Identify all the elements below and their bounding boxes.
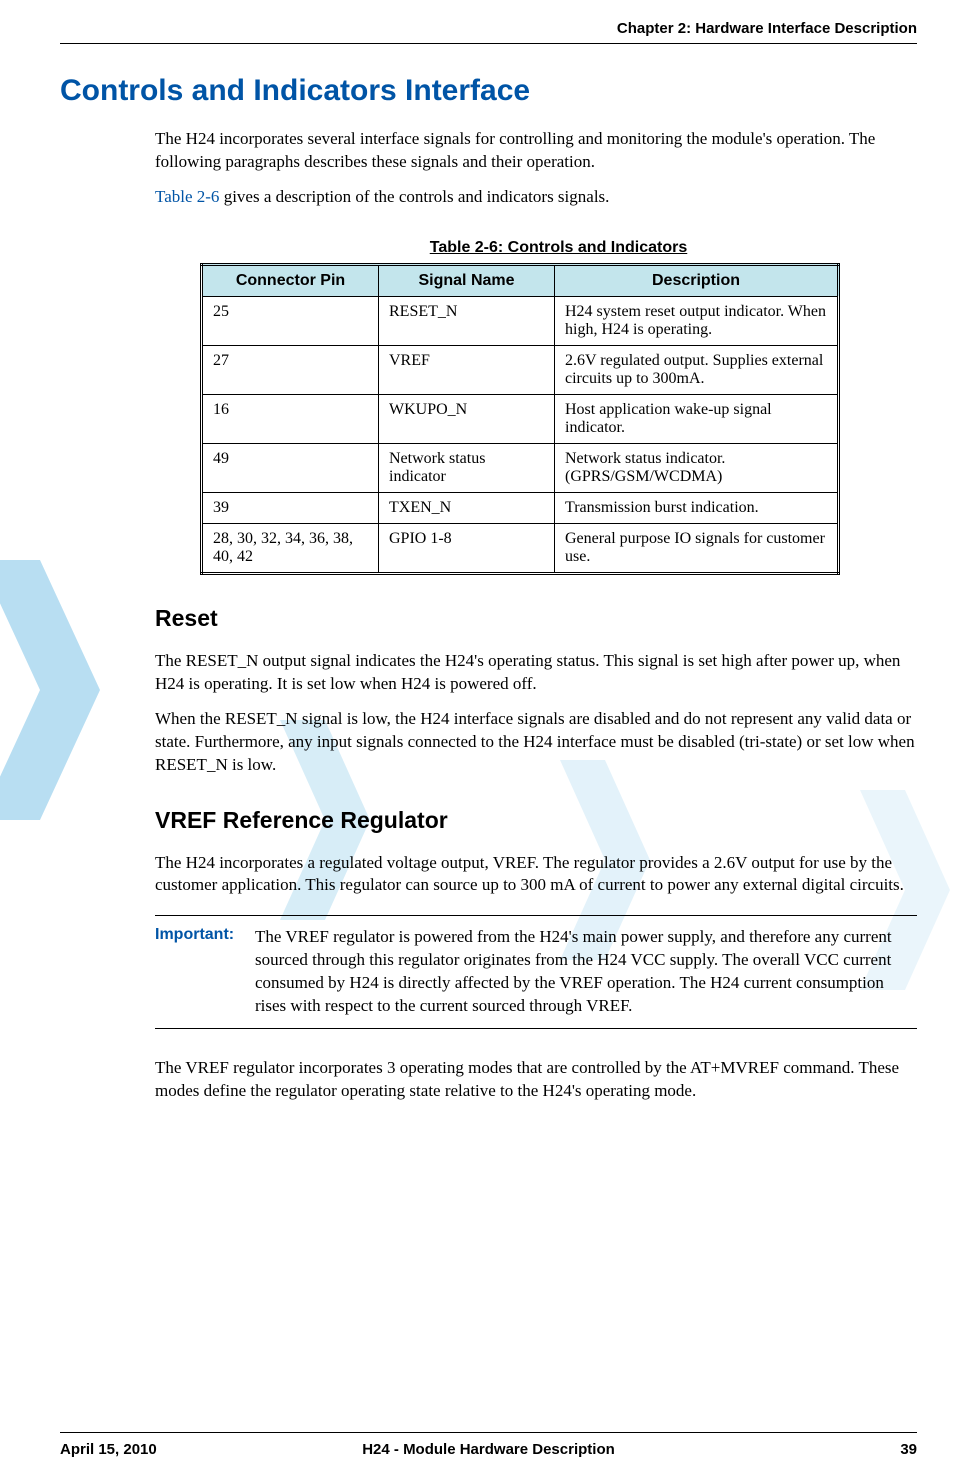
cell-desc: Transmission burst indication. bbox=[555, 492, 839, 523]
cell-desc: 2.6V regulated output. Supplies external… bbox=[555, 345, 839, 394]
intro-paragraph-1: The H24 incorporates several interface s… bbox=[155, 128, 917, 174]
cell-desc: General purpose IO signals for customer … bbox=[555, 523, 839, 573]
vref-heading: VREF Reference Regulator bbox=[155, 807, 917, 834]
reset-heading: Reset bbox=[155, 605, 917, 632]
table-header-row: Connector Pin Signal Name Description bbox=[202, 264, 839, 296]
reset-paragraph-1: The RESET_N output signal indicates the … bbox=[155, 650, 917, 696]
important-note: Important: The VREF regulator is powered… bbox=[155, 915, 917, 1029]
table-caption: Table 2-6: Controls and Indicators bbox=[200, 239, 917, 257]
table-row: 39 TXEN_N Transmission burst indication. bbox=[202, 492, 839, 523]
table-reference-link[interactable]: Table 2-6 bbox=[155, 187, 219, 206]
table-row: 28, 30, 32, 34, 36, 38, 40, 42 GPIO 1-8 … bbox=[202, 523, 839, 573]
table-row: 27 VREF 2.6V regulated output. Supplies … bbox=[202, 345, 839, 394]
cell-pin: 25 bbox=[202, 296, 379, 345]
cell-signal: WKUPO_N bbox=[379, 394, 555, 443]
cell-desc: Network status indicator. (GPRS/GSM/WCDM… bbox=[555, 443, 839, 492]
cell-signal: VREF bbox=[379, 345, 555, 394]
table-header-pin: Connector Pin bbox=[202, 264, 379, 296]
table-row: 25 RESET_N H24 system reset output indic… bbox=[202, 296, 839, 345]
important-label: Important: bbox=[155, 926, 255, 1018]
cell-pin: 49 bbox=[202, 443, 379, 492]
vref-paragraph-2: The VREF regulator incorporates 3 operat… bbox=[155, 1057, 917, 1103]
vref-paragraph-1: The H24 incorporates a regulated voltage… bbox=[155, 852, 917, 898]
cell-signal: Network status indicator bbox=[379, 443, 555, 492]
reset-paragraph-2: When the RESET_N signal is low, the H24 … bbox=[155, 708, 917, 777]
cell-pin: 27 bbox=[202, 345, 379, 394]
cell-pin: 16 bbox=[202, 394, 379, 443]
cell-signal: TXEN_N bbox=[379, 492, 555, 523]
table-row: 16 WKUPO_N Host application wake-up sign… bbox=[202, 394, 839, 443]
cell-pin: 39 bbox=[202, 492, 379, 523]
important-text: The VREF regulator is powered from the H… bbox=[255, 926, 917, 1018]
controls-indicators-table: Connector Pin Signal Name Description 25… bbox=[200, 263, 840, 575]
table-row: 49 Network status indicator Network stat… bbox=[202, 443, 839, 492]
table-header-signal: Signal Name bbox=[379, 264, 555, 296]
table-header-desc: Description bbox=[555, 264, 839, 296]
page-header: Chapter 2: Hardware Interface Descriptio… bbox=[60, 20, 917, 44]
section-title: Controls and Indicators Interface bbox=[60, 74, 917, 108]
cell-signal: RESET_N bbox=[379, 296, 555, 345]
page-footer: April 15, 2010 H24 - Module Hardware Des… bbox=[60, 1432, 917, 1458]
intro-paragraph-2-rest: gives a description of the controls and … bbox=[219, 187, 609, 206]
cell-desc: Host application wake-up signal indicato… bbox=[555, 394, 839, 443]
cell-signal: GPIO 1-8 bbox=[379, 523, 555, 573]
footer-page-number: 39 bbox=[900, 1441, 917, 1458]
footer-title: H24 - Module Hardware Description bbox=[60, 1441, 917, 1458]
cell-desc: H24 system reset output indicator. When … bbox=[555, 296, 839, 345]
cell-pin: 28, 30, 32, 34, 36, 38, 40, 42 bbox=[202, 523, 379, 573]
footer-date: April 15, 2010 bbox=[60, 1441, 157, 1458]
intro-paragraph-2: Table 2-6 gives a description of the con… bbox=[155, 186, 917, 209]
